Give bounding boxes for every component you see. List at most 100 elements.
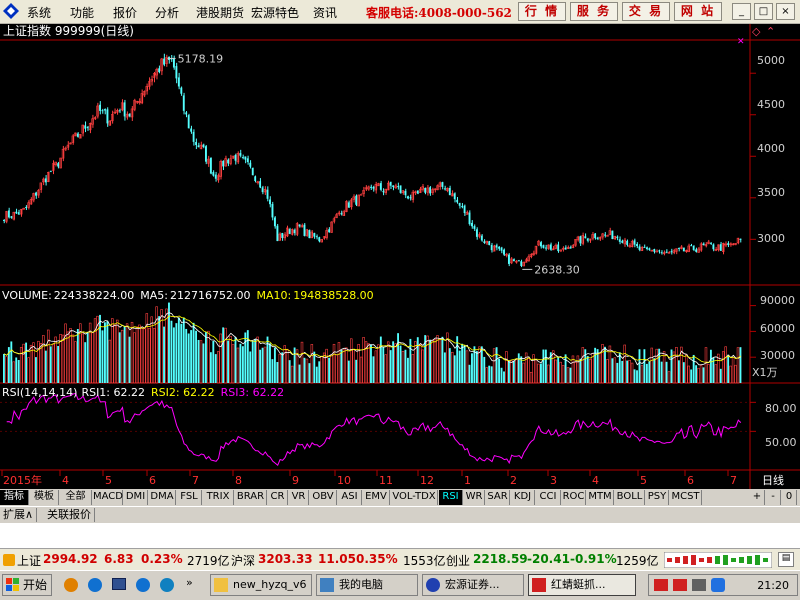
volume-bar [547, 364, 550, 384]
tab-kdj[interactable]: KDJ [511, 490, 535, 505]
volume-bar [721, 351, 725, 384]
volume-bar [197, 339, 200, 383]
tab-brar[interactable]: BRAR [235, 490, 267, 505]
tab-dmi[interactable]: DMI [124, 490, 148, 505]
folder-icon [214, 578, 228, 592]
volume-bar [116, 319, 119, 384]
tab-vol-tdx[interactable]: VOL-TDX [391, 490, 438, 505]
tab-vr[interactable]: VR [289, 490, 309, 505]
sh-index-name[interactable]: 上证 [17, 552, 41, 569]
tab-mcst[interactable]: MCST [670, 490, 702, 505]
candle-body [244, 156, 247, 160]
tray-flag-icon[interactable] [654, 579, 668, 591]
hs-index-name[interactable]: 沪深 [231, 552, 255, 569]
hs-index-amount: 1553亿 [403, 554, 446, 568]
volume-bar [5, 356, 8, 384]
tab-boll[interactable]: BOLL [615, 490, 645, 505]
candle-body [204, 146, 207, 162]
volume-bar [367, 343, 370, 384]
diamond-icon[interactable]: ◇ [752, 25, 761, 38]
volume-bar [57, 345, 60, 383]
menu-item-hongyuan[interactable]: 宏源特色 [251, 4, 299, 21]
quotes-button[interactable]: 行 情 [518, 2, 566, 21]
taskbar-window-folder[interactable]: new_hyzq_v6 [210, 574, 312, 596]
taskbar-window-hongyuan[interactable]: 宏源证券... [422, 574, 524, 596]
tab-mtm[interactable]: MTM [587, 490, 614, 505]
tab-psy[interactable]: PSY [646, 490, 669, 505]
tab-macd[interactable]: MACD [93, 490, 123, 505]
volume-bar [517, 353, 520, 383]
tab-tool-2[interactable]: 0 [782, 490, 797, 505]
cy-index-name[interactable]: 创业 [446, 552, 470, 569]
quicklaunch-ie2-icon[interactable] [136, 578, 150, 592]
start-button[interactable]: 开始 [2, 574, 52, 596]
tab-related-quotes[interactable]: 关联报价 [44, 508, 95, 522]
volume-bar [554, 359, 557, 384]
month-label: 3 [550, 474, 557, 487]
menu-item-news[interactable]: 资讯 [313, 4, 337, 21]
candle-body [458, 202, 461, 206]
svg-text:VOLUME:224338224.00MA5:2127167: VOLUME: 224338224.00 MA5: 212716752.00 MA10:… [2, 289, 374, 302]
volume-bar [734, 364, 737, 384]
candle-body [569, 247, 572, 249]
tab-trix[interactable]: TRIX [203, 490, 234, 505]
taskbar-window-capture[interactable]: 红蜻蜓抓... [528, 574, 636, 596]
restore-button[interactable]: □ [754, 3, 773, 20]
tab-dma[interactable]: DMA [149, 490, 176, 505]
volume-bar [330, 354, 333, 384]
tab-emv[interactable]: EMV [363, 490, 390, 505]
website-button[interactable]: 网 站 [674, 2, 722, 21]
tab-指标[interactable]: 指标 [0, 490, 29, 505]
volume-bar [670, 349, 673, 383]
volume-bar [54, 336, 57, 384]
tab-fsl[interactable]: FSL [177, 490, 202, 505]
volume-bar [522, 362, 525, 384]
menu-item-system[interactable]: 系统 [27, 4, 51, 21]
menu-item-analysis[interactable]: 分析 [155, 4, 179, 21]
quicklaunch-media-icon[interactable] [160, 578, 174, 592]
menu-item-function[interactable]: 功能 [70, 4, 94, 21]
tab-tool-1[interactable]: - [766, 490, 781, 505]
volume-bar [667, 371, 671, 384]
menu-bar: 系统 功能 报价 分析 港股期货 宏源特色 资讯 客服电话:4008-000-5… [0, 0, 800, 24]
tab-obv[interactable]: OBV [310, 490, 337, 505]
tab-tool-0[interactable]: + [750, 490, 765, 505]
tray-ime-icon[interactable] [673, 579, 687, 591]
tab-asi[interactable]: ASI [338, 490, 362, 505]
tab-sar[interactable]: SAR [486, 490, 510, 505]
candle-body [702, 243, 705, 246]
tab-模板[interactable]: 模板 [30, 490, 59, 505]
tab-wr[interactable]: WR [464, 490, 485, 505]
tab-cci[interactable]: CCI [536, 490, 561, 505]
up-arrow-icon[interactable]: ⌃ [766, 25, 775, 38]
tab-expand[interactable]: 扩展∧ [0, 508, 38, 522]
candle-body [251, 167, 254, 176]
period-label[interactable]: 日线 [762, 473, 784, 487]
taskbar-overflow-icon[interactable]: » [186, 576, 193, 589]
status-menu-icon[interactable]: ▤ [778, 552, 794, 567]
tab-cr[interactable]: CR [268, 490, 288, 505]
volume-bar [259, 349, 262, 383]
volume-bar [685, 354, 688, 384]
service-button[interactable]: 服 务 [570, 2, 618, 21]
close-button[interactable]: × [776, 3, 795, 20]
stock-chart[interactable]: 上证指数 999999(日线) 5178.19 2638.30 5000 450… [0, 24, 800, 489]
quicklaunch-desktop-icon[interactable] [112, 578, 126, 590]
tray-keyboard-icon[interactable] [692, 579, 706, 591]
tray-shield-icon[interactable] [711, 578, 725, 592]
volume-bar [731, 357, 735, 384]
trade-button[interactable]: 交 易 [622, 2, 670, 21]
quicklaunch-ie-icon[interactable] [88, 578, 102, 592]
minimize-button[interactable]: _ [732, 3, 751, 20]
candle-body [163, 58, 165, 65]
tab-rsi[interactable]: RSI [439, 490, 463, 505]
menu-item-hk-futures[interactable]: 港股期货 [196, 4, 244, 21]
volume-bar [645, 363, 648, 383]
quicklaunch-firefox-icon[interactable] [64, 578, 78, 592]
volume-bar [118, 332, 121, 383]
volume-bar [561, 365, 565, 384]
tab-全部[interactable]: 全部 [60, 490, 92, 505]
taskbar-window-mycomputer[interactable]: 我的电脑 [316, 574, 418, 596]
menu-item-quotes[interactable]: 报价 [113, 4, 137, 21]
tab-roc[interactable]: ROC [562, 490, 586, 505]
